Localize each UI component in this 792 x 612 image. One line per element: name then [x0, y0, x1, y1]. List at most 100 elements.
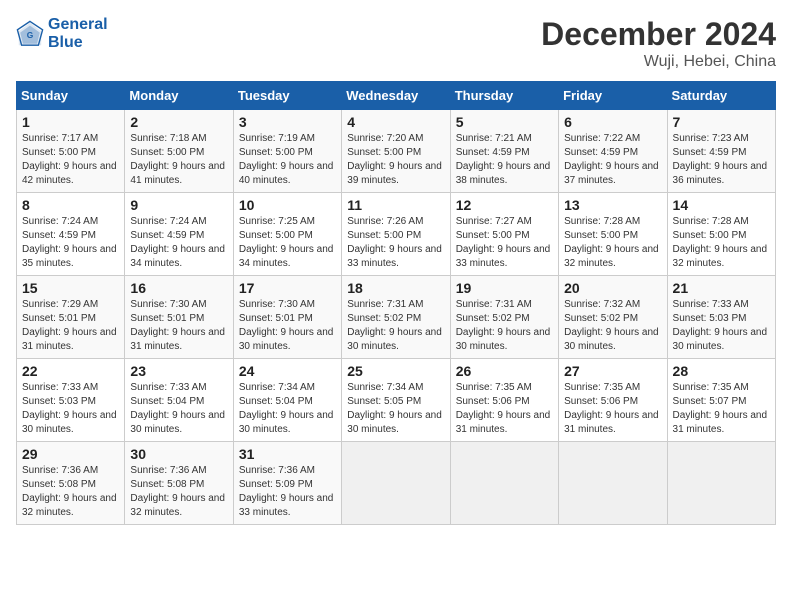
- calendar-cell: 20 Sunrise: 7:32 AMSunset: 5:02 PMDayligh…: [559, 276, 667, 359]
- column-header-tuesday: Tuesday: [233, 82, 341, 110]
- day-info: Sunrise: 7:26 AMSunset: 5:00 PMDaylight:…: [347, 215, 444, 271]
- calendar-cell: 4 Sunrise: 7:20 AMSunset: 5:00 PMDaylight…: [342, 110, 450, 193]
- day-number: 5: [456, 114, 553, 130]
- day-number: 27: [564, 363, 661, 379]
- calendar-subtitle: Wuji, Hebei, China: [541, 53, 776, 71]
- day-number: 18: [347, 280, 444, 296]
- day-info: Sunrise: 7:25 AMSunset: 5:00 PMDaylight:…: [239, 215, 336, 271]
- calendar-cell: 10 Sunrise: 7:25 AMSunset: 5:00 PMDayligh…: [233, 193, 341, 276]
- calendar-cell: 30 Sunrise: 7:36 AMSunset: 5:08 PMDayligh…: [125, 442, 233, 525]
- calendar-cell: 11 Sunrise: 7:26 AMSunset: 5:00 PMDayligh…: [342, 193, 450, 276]
- calendar-cell: 18 Sunrise: 7:31 AMSunset: 5:02 PMDayligh…: [342, 276, 450, 359]
- calendar-cell: 8 Sunrise: 7:24 AMSunset: 4:59 PMDaylight…: [17, 193, 125, 276]
- calendar-cell: 17 Sunrise: 7:30 AMSunset: 5:01 PMDayligh…: [233, 276, 341, 359]
- calendar-cell: [559, 442, 667, 525]
- day-info: Sunrise: 7:17 AMSunset: 5:00 PMDaylight:…: [22, 132, 119, 188]
- day-number: 7: [673, 114, 770, 130]
- calendar-week-row: 22 Sunrise: 7:33 AMSunset: 5:03 PMDayligh…: [17, 359, 776, 442]
- day-info: Sunrise: 7:36 AMSunset: 5:09 PMDaylight:…: [239, 464, 336, 520]
- calendar-header-row: SundayMondayTuesdayWednesdayThursdayFrid…: [17, 82, 776, 110]
- column-header-saturday: Saturday: [667, 82, 775, 110]
- day-number: 6: [564, 114, 661, 130]
- column-header-wednesday: Wednesday: [342, 82, 450, 110]
- day-info: Sunrise: 7:19 AMSunset: 5:00 PMDaylight:…: [239, 132, 336, 188]
- day-info: Sunrise: 7:28 AMSunset: 5:00 PMDaylight:…: [673, 215, 770, 271]
- day-number: 25: [347, 363, 444, 379]
- day-info: Sunrise: 7:32 AMSunset: 5:02 PMDaylight:…: [564, 298, 661, 354]
- day-number: 20: [564, 280, 661, 296]
- day-number: 12: [456, 197, 553, 213]
- day-number: 3: [239, 114, 336, 130]
- day-number: 21: [673, 280, 770, 296]
- day-info: Sunrise: 7:33 AMSunset: 5:04 PMDaylight:…: [130, 381, 227, 437]
- calendar-cell: 9 Sunrise: 7:24 AMSunset: 4:59 PMDaylight…: [125, 193, 233, 276]
- day-number: 17: [239, 280, 336, 296]
- calendar-week-row: 1 Sunrise: 7:17 AMSunset: 5:00 PMDaylight…: [17, 110, 776, 193]
- calendar-cell: 21 Sunrise: 7:33 AMSunset: 5:03 PMDayligh…: [667, 276, 775, 359]
- calendar-cell: [342, 442, 450, 525]
- day-number: 9: [130, 197, 227, 213]
- day-number: 29: [22, 446, 119, 462]
- header: G General Blue December 2024 Wuji, Hebei…: [16, 16, 776, 71]
- calendar-cell: 3 Sunrise: 7:19 AMSunset: 5:00 PMDaylight…: [233, 110, 341, 193]
- day-info: Sunrise: 7:34 AMSunset: 5:04 PMDaylight:…: [239, 381, 336, 437]
- calendar-table: SundayMondayTuesdayWednesdayThursdayFrid…: [16, 81, 776, 525]
- day-info: Sunrise: 7:35 AMSunset: 5:07 PMDaylight:…: [673, 381, 770, 437]
- title-area: December 2024 Wuji, Hebei, China: [541, 16, 776, 71]
- day-info: Sunrise: 7:30 AMSunset: 5:01 PMDaylight:…: [130, 298, 227, 354]
- calendar-cell: 25Sunrise: 7:34 AMSunset: 5:05 PMDayligh…: [342, 359, 450, 442]
- day-number: 23: [130, 363, 227, 379]
- day-info: Sunrise: 7:18 AMSunset: 5:00 PMDaylight:…: [130, 132, 227, 188]
- day-number: 10: [239, 197, 336, 213]
- day-number: 4: [347, 114, 444, 130]
- calendar-cell: [450, 442, 558, 525]
- day-info: Sunrise: 7:36 AMSunset: 5:08 PMDaylight:…: [22, 464, 119, 520]
- column-header-friday: Friday: [559, 82, 667, 110]
- day-number: 24: [239, 363, 336, 379]
- day-number: 19: [456, 280, 553, 296]
- day-number: 14: [673, 197, 770, 213]
- calendar-cell: 13 Sunrise: 7:28 AMSunset: 5:00 PMDayligh…: [559, 193, 667, 276]
- day-number: 8: [22, 197, 119, 213]
- calendar-cell: 15 Sunrise: 7:29 AMSunset: 5:01 PMDayligh…: [17, 276, 125, 359]
- day-number: 1: [22, 114, 119, 130]
- day-info: Sunrise: 7:33 AMSunset: 5:03 PMDaylight:…: [673, 298, 770, 354]
- day-info: Sunrise: 7:33 AMSunset: 5:03 PMDaylight:…: [22, 381, 119, 437]
- calendar-cell: 16Sunrise: 7:30 AMSunset: 5:01 PMDayligh…: [125, 276, 233, 359]
- day-number: 30: [130, 446, 227, 462]
- day-number: 11: [347, 197, 444, 213]
- calendar-title: December 2024: [541, 16, 776, 53]
- column-header-monday: Monday: [125, 82, 233, 110]
- day-info: Sunrise: 7:30 AMSunset: 5:01 PMDaylight:…: [239, 298, 336, 354]
- calendar-cell: 26 Sunrise: 7:35 AMSunset: 5:06 PMDayligh…: [450, 359, 558, 442]
- day-info: Sunrise: 7:35 AMSunset: 5:06 PMDaylight:…: [456, 381, 553, 437]
- calendar-cell: 2Sunrise: 7:18 AMSunset: 5:00 PMDaylight…: [125, 110, 233, 193]
- day-info: Sunrise: 7:20 AMSunset: 5:00 PMDaylight:…: [347, 132, 444, 188]
- day-info: Sunrise: 7:22 AMSunset: 4:59 PMDaylight:…: [564, 132, 661, 188]
- calendar-cell: 1 Sunrise: 7:17 AMSunset: 5:00 PMDaylight…: [17, 110, 125, 193]
- day-number: 31: [239, 446, 336, 462]
- day-info: Sunrise: 7:31 AMSunset: 5:02 PMDaylight:…: [347, 298, 444, 354]
- day-number: 15: [22, 280, 119, 296]
- day-number: 13: [564, 197, 661, 213]
- day-info: Sunrise: 7:29 AMSunset: 5:01 PMDaylight:…: [22, 298, 119, 354]
- logo-icon: G: [16, 20, 44, 48]
- calendar-cell: 19Sunrise: 7:31 AMSunset: 5:02 PMDayligh…: [450, 276, 558, 359]
- day-number: 26: [456, 363, 553, 379]
- day-info: Sunrise: 7:35 AMSunset: 5:06 PMDaylight:…: [564, 381, 661, 437]
- day-info: Sunrise: 7:21 AMSunset: 4:59 PMDaylight:…: [456, 132, 553, 188]
- calendar-cell: 6 Sunrise: 7:22 AMSunset: 4:59 PMDaylight…: [559, 110, 667, 193]
- day-info: Sunrise: 7:24 AMSunset: 4:59 PMDaylight:…: [22, 215, 119, 271]
- day-info: Sunrise: 7:27 AMSunset: 5:00 PMDaylight:…: [456, 215, 553, 271]
- day-info: Sunrise: 7:24 AMSunset: 4:59 PMDaylight:…: [130, 215, 227, 271]
- column-header-thursday: Thursday: [450, 82, 558, 110]
- day-info: Sunrise: 7:28 AMSunset: 5:00 PMDaylight:…: [564, 215, 661, 271]
- calendar-cell: 24 Sunrise: 7:34 AMSunset: 5:04 PMDayligh…: [233, 359, 341, 442]
- column-header-sunday: Sunday: [17, 82, 125, 110]
- svg-text:G: G: [27, 30, 34, 40]
- day-number: 22: [22, 363, 119, 379]
- day-info: Sunrise: 7:36 AMSunset: 5:08 PMDaylight:…: [130, 464, 227, 520]
- calendar-cell: 22 Sunrise: 7:33 AMSunset: 5:03 PMDayligh…: [17, 359, 125, 442]
- logo: G General Blue: [16, 16, 108, 51]
- calendar-cell: 31 Sunrise: 7:36 AMSunset: 5:09 PMDayligh…: [233, 442, 341, 525]
